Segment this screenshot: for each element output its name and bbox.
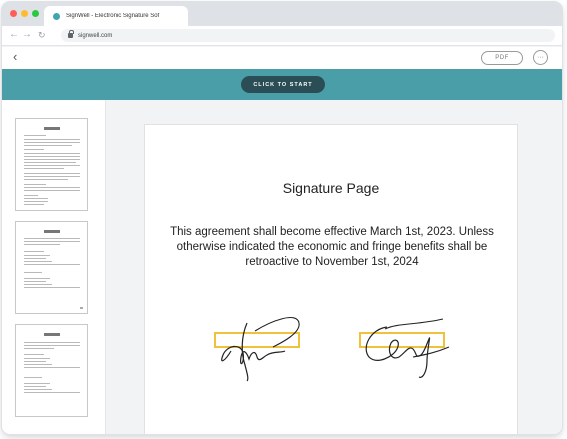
page-thumbnail-1[interactable] (15, 118, 88, 211)
tab-strip: SignWell - Electronic Signature Sof (2, 2, 562, 26)
signature-1-image (221, 317, 300, 382)
forward-arrow-icon[interactable]: → (22, 29, 32, 41)
page-thumbnail-3[interactable] (15, 324, 88, 417)
url-text: signwell.com (78, 32, 113, 39)
agreement-text: This agreement shall become effective Ma… (170, 226, 494, 268)
maximize-window-button[interactable] (32, 10, 39, 17)
lock-icon (68, 30, 74, 38)
more-options-icon[interactable]: ··· (533, 50, 548, 65)
page-title: Signature Page (282, 180, 380, 196)
minimize-window-button[interactable] (21, 10, 28, 17)
document-page: Signature Page This agreement shall beco… (144, 124, 518, 434)
document-viewer: Signature Page This agreement shall beco… (106, 100, 562, 434)
tab-title: SignWell - Electronic Signature Sof (66, 13, 160, 19)
page-thumbnail-2[interactable] (15, 221, 88, 314)
click-to-start-button[interactable]: CLICK TO START (241, 76, 325, 93)
page-thumbnails-sidebar (2, 100, 106, 434)
reload-icon[interactable]: ↻ (38, 29, 46, 41)
back-arrow-icon[interactable]: ← (9, 29, 19, 41)
signature-2-image (365, 318, 450, 378)
chevron-left-icon[interactable]: ‹ (13, 50, 17, 64)
browser-window: SignWell - Electronic Signature Sof ← → … (2, 2, 562, 434)
browser-tab[interactable]: SignWell - Electronic Signature Sof (44, 6, 188, 26)
start-bar: CLICK TO START (2, 69, 562, 100)
browser-toolbar: ← → ↻ signwell.com (2, 26, 562, 46)
close-window-button[interactable] (10, 10, 17, 17)
pdf-button[interactable]: PDF (481, 51, 523, 65)
app-header: ‹ PDF ··· (2, 47, 562, 69)
signwell-favicon-icon (53, 12, 60, 20)
address-bar[interactable]: signwell.com (61, 29, 555, 42)
